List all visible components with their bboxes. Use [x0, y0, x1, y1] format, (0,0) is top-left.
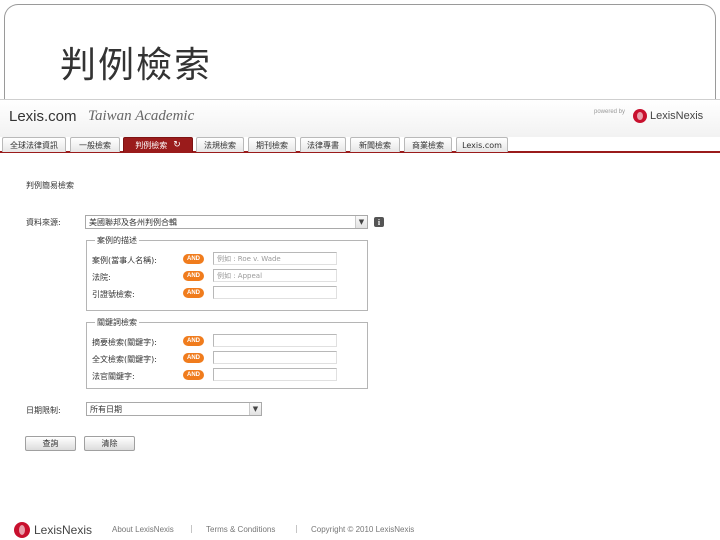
section-title: 判例簡易檢索	[26, 181, 74, 190]
brand-subtitle: Taiwan Academic	[88, 108, 195, 124]
powered-by-label: powered by	[594, 109, 626, 115]
citation-input[interactable]	[213, 286, 337, 299]
lexisnexis-logo-icon	[633, 109, 647, 123]
source-label: 資料來源:	[26, 218, 61, 227]
party-name-input[interactable]: 例如 : Roe v. Wade	[213, 252, 337, 265]
court-input[interactable]: 例如 : Appeal	[213, 269, 337, 282]
terms-link[interactable]: Terms & Conditions	[206, 525, 275, 534]
source-select[interactable]: 美國聯邦及各州判例合輯 ▼	[85, 215, 368, 229]
summary-and-operator[interactable]: AND	[183, 336, 204, 346]
party-name-and-operator[interactable]: AND	[183, 254, 204, 264]
tab-global-legal-info[interactable]: 全球法律資訊	[2, 137, 66, 152]
keyword-legend: 關鍵詞檢索	[95, 317, 139, 328]
tab-journal-search[interactable]: 期刊檢索	[248, 137, 296, 152]
footer-separator: |	[295, 524, 298, 533]
source-select-value: 美國聯邦及各州判例合輯	[89, 217, 177, 227]
clear-button[interactable]: 清除	[84, 436, 135, 451]
judge-keyword-input[interactable]	[213, 368, 337, 381]
tab-lexis-com[interactable]: Lexis.com	[456, 137, 508, 152]
tab-news-search[interactable]: 新聞檢索	[350, 137, 400, 152]
slide-title: 判例檢索	[60, 45, 213, 86]
footer-separator: |	[190, 524, 193, 533]
party-name-label: 案例(當事人名稱):	[92, 256, 157, 265]
lexisnexis-logo-text: LexisNexis	[650, 110, 704, 122]
judge-and-operator[interactable]: AND	[183, 370, 204, 380]
tab-legal-books[interactable]: 法律專書	[300, 137, 346, 152]
refresh-icon[interactable]: ↻	[173, 140, 181, 150]
lexisnexis-logo: LexisNexis	[633, 109, 703, 123]
site-footer: LexisNexis About LexisNexis | Terms & Co…	[0, 512, 720, 540]
date-limit-label: 日期限制:	[26, 406, 61, 415]
citation-and-operator[interactable]: AND	[183, 288, 204, 298]
chevron-down-icon[interactable]: ▼	[355, 216, 367, 228]
fulltext-and-operator[interactable]: AND	[183, 353, 204, 363]
site-header: Lexis.com Taiwan Academic powered by Lex…	[0, 99, 720, 137]
case-description-legend: 案例的描述	[95, 235, 139, 246]
copyright-text: Copyright © 2010 LexisNexis	[311, 525, 415, 534]
court-label: 法院:	[92, 273, 111, 282]
search-button[interactable]: 查詢	[25, 436, 76, 451]
lexisnexis-logo-icon	[14, 522, 30, 538]
court-and-operator[interactable]: AND	[183, 271, 204, 281]
chevron-down-icon[interactable]: ▼	[249, 403, 261, 415]
summary-keyword-label: 摘要檢索(關鍵字):	[92, 338, 157, 347]
brand-name[interactable]: Lexis.com	[9, 108, 77, 125]
footer-logo-text: LexisNexis	[34, 523, 93, 537]
info-icon[interactable]: i	[374, 217, 384, 227]
fulltext-keyword-input[interactable]	[213, 351, 337, 364]
fulltext-keyword-label: 全文檢索(關鍵字):	[92, 355, 157, 364]
judge-keyword-label: 法官關鍵字:	[92, 372, 135, 381]
lexis-screenshot: Lexis.com Taiwan Academic powered by Lex…	[0, 99, 720, 540]
tab-business-search[interactable]: 商業檢索	[404, 137, 452, 152]
footer-logo: LexisNexis	[14, 522, 92, 538]
tab-general-search[interactable]: 一般檢索	[70, 137, 120, 152]
date-limit-value: 所有日期	[90, 404, 122, 414]
nav-tabs: 全球法律資訊 一般檢索 判例檢索 ↻ 法規檢索 期刊檢索 法律專書 新聞檢索 商業…	[0, 137, 720, 153]
date-limit-select[interactable]: 所有日期 ▼	[86, 402, 262, 416]
citation-label: 引證號檢索:	[92, 290, 135, 299]
tab-statute-search[interactable]: 法規檢索	[196, 137, 244, 152]
summary-keyword-input[interactable]	[213, 334, 337, 347]
tab-case-search[interactable]: 判例檢索 ↻	[123, 137, 193, 152]
about-link[interactable]: About LexisNexis	[112, 525, 174, 534]
